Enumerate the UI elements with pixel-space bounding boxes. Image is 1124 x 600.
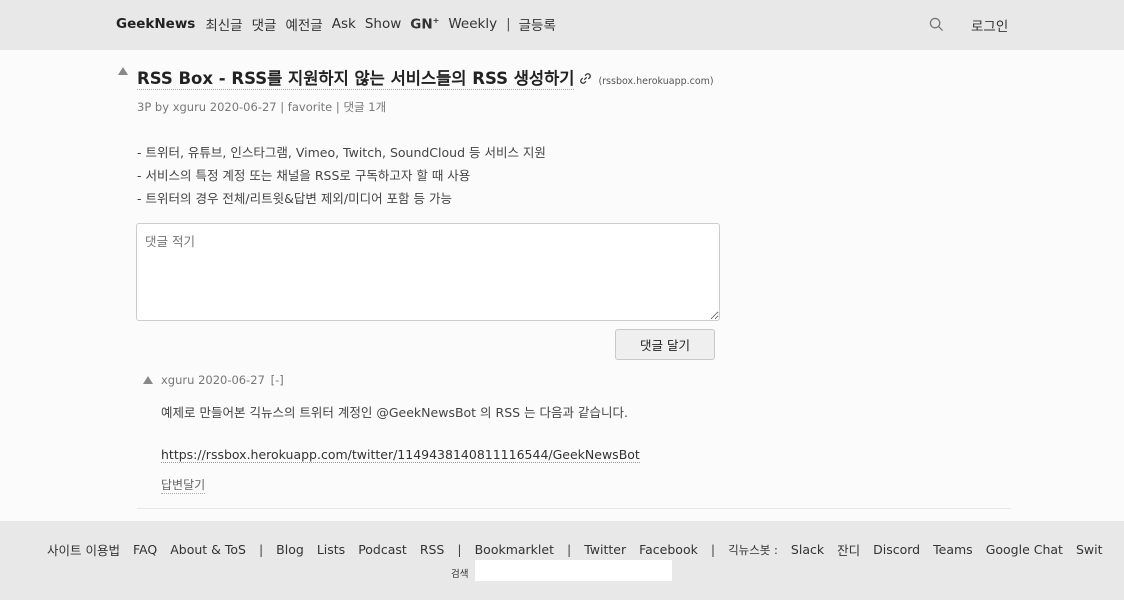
- footer-bookmarklet[interactable]: Bookmarklet: [475, 542, 554, 557]
- nav-ask[interactable]: Ask: [332, 16, 356, 32]
- footer-separator: |: [457, 542, 462, 557]
- post-points: 3P: [137, 100, 152, 114]
- brand-logo-link[interactable]: GeekNews: [116, 16, 195, 32]
- post-title-link[interactable]: RSS Box - RSS를 지원하지 않는 서비스들의 RSS 생성하기: [137, 65, 575, 90]
- main-nav: GeekNews 최신글 댓글 예전글 Ask Show GN+ Weekly …: [116, 14, 565, 34]
- footer-separator: |: [710, 542, 716, 557]
- top-nav-bar: GeekNews 최신글 댓글 예전글 Ask Show GN+ Weekly …: [0, 0, 1124, 50]
- nav-separator: |: [506, 16, 511, 32]
- login-link[interactable]: 로그인: [971, 15, 1008, 35]
- nav-gn-sup: +: [432, 15, 440, 25]
- comment-author-link[interactable]: xguru: [161, 373, 194, 387]
- nav-submit[interactable]: 글등록: [519, 14, 556, 34]
- comment-date[interactable]: 2020-06-27: [198, 373, 265, 387]
- footer-separator: |: [566, 542, 572, 557]
- nav-show[interactable]: Show: [365, 16, 401, 32]
- upvote-triangle-icon[interactable]: [118, 67, 128, 75]
- footer-bots-label: 긱뉴스봇 :: [728, 542, 778, 557]
- post-by: by: [154, 100, 170, 114]
- chain-link-icon[interactable]: [579, 72, 592, 85]
- comment-meta: xguru 2020-06-27 [-]: [161, 373, 284, 387]
- footer-google-chat[interactable]: Google Chat: [986, 542, 1063, 557]
- comment-collapse-toggle[interactable]: [-]: [271, 373, 284, 387]
- post-content-area: RSS Box - RSS를 지원하지 않는 서비스들의 RSS 생성하기 (r…: [0, 50, 1124, 521]
- footer-search-label: 검색: [451, 569, 469, 580]
- nav-gn-label: GN: [410, 16, 433, 33]
- footer-facebook[interactable]: Facebook: [639, 542, 698, 557]
- footer-jandi[interactable]: 잔디: [837, 540, 860, 559]
- nav-weekly[interactable]: Weekly: [448, 16, 497, 32]
- comment-text: 예제로 만들어본 긱뉴스의 트위터 계정인 @GeekNewsBot 의 RSS…: [161, 405, 628, 420]
- post-domain[interactable]: (rssbox.herokuapp.com): [598, 76, 713, 87]
- submit-comment-button[interactable]: 댓글 달기: [615, 329, 715, 360]
- post-date[interactable]: 2020-06-27: [210, 100, 277, 114]
- footer-teams[interactable]: Teams: [933, 542, 973, 557]
- nav-gn-plus[interactable]: GN+: [410, 16, 439, 33]
- comment-textarea[interactable]: [136, 223, 720, 321]
- footer-site-terms[interactable]: 사이트 이용법: [47, 540, 120, 559]
- footer-separator: |: [258, 542, 264, 557]
- post-author-link[interactable]: xguru: [173, 100, 206, 114]
- comment-upvote-icon[interactable]: [143, 376, 153, 384]
- divider: [137, 508, 1011, 509]
- footer-about[interactable]: About & ToS: [170, 542, 246, 557]
- post-title-row: RSS Box - RSS를 지원하지 않는 서비스들의 RSS 생성하기 (r…: [137, 65, 714, 90]
- footer-links: 사이트 이용법 FAQ About & ToS | Blog Lists Pod…: [47, 540, 1116, 559]
- search-icon[interactable]: [929, 17, 944, 32]
- favorite-link[interactable]: favorite: [288, 100, 332, 114]
- meta-separator: |: [280, 100, 285, 114]
- footer-lists[interactable]: Lists: [317, 542, 345, 557]
- footer: 사이트 이용법 FAQ About & ToS | Blog Lists Pod…: [0, 521, 1124, 600]
- footer-twitter[interactable]: Twitter: [584, 542, 626, 557]
- post-body: - 트위터, 유튜브, 인스타그램, Vimeo, Twitch, SoundC…: [137, 141, 546, 210]
- footer-rss[interactable]: RSS: [420, 542, 445, 557]
- nav-latest[interactable]: 최신글: [205, 14, 242, 34]
- reply-link[interactable]: 답변달기: [161, 476, 206, 494]
- post-body-line: - 서비스의 특정 계정 또는 채널을 RSS로 구독하고자 할 때 사용: [137, 168, 471, 183]
- footer-search-input[interactable]: [475, 560, 672, 581]
- post-body-line: - 트위터, 유튜브, 인스타그램, Vimeo, Twitch, SoundC…: [137, 145, 546, 160]
- post-meta: 3P by xguru 2020-06-27 | favorite | 댓글 1…: [137, 99, 386, 115]
- footer-faq[interactable]: FAQ: [133, 542, 157, 557]
- footer-podcast[interactable]: Podcast: [358, 542, 407, 557]
- meta-separator-2: |: [335, 100, 340, 114]
- footer-slack[interactable]: Slack: [791, 542, 824, 557]
- post-body-line: - 트위터의 경우 전체/리트윗&답변 제외/미디어 포함 등 가능: [137, 191, 452, 206]
- comments-count-link[interactable]: 댓글 1개: [343, 100, 386, 114]
- footer-blog[interactable]: Blog: [276, 542, 304, 557]
- nav-comments[interactable]: 댓글: [252, 14, 277, 34]
- footer-swit[interactable]: Swit: [1076, 542, 1103, 557]
- comment-url-link[interactable]: https://rssbox.herokuapp.com/twitter/114…: [161, 447, 640, 463]
- nav-past[interactable]: 예전글: [285, 14, 322, 34]
- footer-discord[interactable]: Discord: [873, 542, 920, 557]
